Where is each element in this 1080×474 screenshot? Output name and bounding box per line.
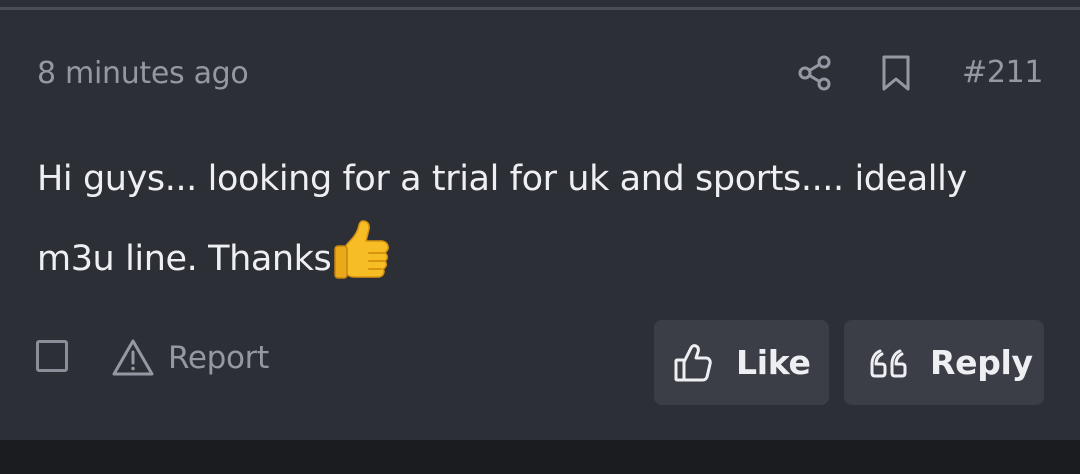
top-divider bbox=[0, 7, 1080, 10]
report-label: Report bbox=[168, 340, 269, 376]
post-card: 8 minutes ago #211 Hi guys... looking fo… bbox=[0, 0, 1080, 440]
report-button[interactable]: Report bbox=[111, 336, 269, 380]
bookmark-icon[interactable] bbox=[877, 54, 915, 92]
page-background-strip bbox=[0, 440, 1080, 474]
quote-icon bbox=[870, 349, 907, 377]
reply-button[interactable]: Reply bbox=[844, 320, 1044, 405]
thumbs-up-emoji-icon bbox=[334, 220, 390, 279]
reply-label: Reply bbox=[930, 343, 1033, 382]
warning-triangle-icon bbox=[112, 339, 154, 376]
like-button[interactable]: Like bbox=[654, 320, 829, 405]
post-message: Hi guys... looking for a trial for uk an… bbox=[37, 140, 1047, 298]
like-label: Like bbox=[736, 343, 811, 382]
post-timestamp[interactable]: 8 minutes ago bbox=[37, 54, 249, 94]
post-message-text: Hi guys... looking for a trial for uk an… bbox=[37, 159, 967, 279]
post-number-link[interactable]: #211 bbox=[962, 53, 1044, 93]
share-icon[interactable] bbox=[796, 54, 834, 92]
select-post-checkbox[interactable] bbox=[36, 340, 68, 372]
thumbs-up-outline-icon bbox=[674, 343, 712, 381]
